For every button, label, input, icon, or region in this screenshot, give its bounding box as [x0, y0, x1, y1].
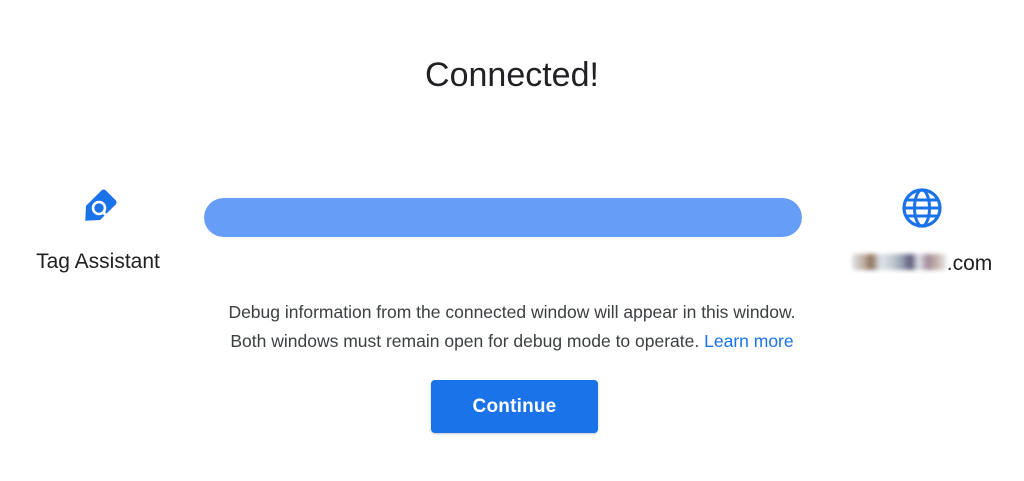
tag-assistant-label: Tag Assistant	[36, 250, 160, 273]
website-domain-suffix: .com	[946, 252, 993, 275]
page-title: Connected!	[425, 56, 599, 94]
connection-progress-fill	[204, 198, 802, 237]
info-line-2: Both windows must remain open for debug …	[0, 327, 1024, 356]
continue-button[interactable]: Continue	[431, 380, 598, 433]
tag-assistant-endpoint: Tag Assistant	[0, 186, 196, 274]
redacted-domain	[851, 254, 947, 271]
globe-icon	[902, 188, 942, 228]
debug-info-text: Debug information from the connected win…	[0, 298, 1024, 356]
website-endpoint: .com	[820, 186, 1024, 276]
tag-assistant-icon	[84, 189, 117, 221]
info-line-2-text: Both windows must remain open for debug …	[230, 331, 700, 351]
connection-progress-bar	[204, 198, 802, 237]
connection-dialog: Connected! Tag Assistant .com Debug info…	[0, 0, 1024, 481]
info-line-1: Debug information from the connected win…	[228, 302, 796, 322]
website-domain-label: .com	[820, 252, 1024, 276]
learn-more-link[interactable]: Learn more	[704, 331, 794, 351]
